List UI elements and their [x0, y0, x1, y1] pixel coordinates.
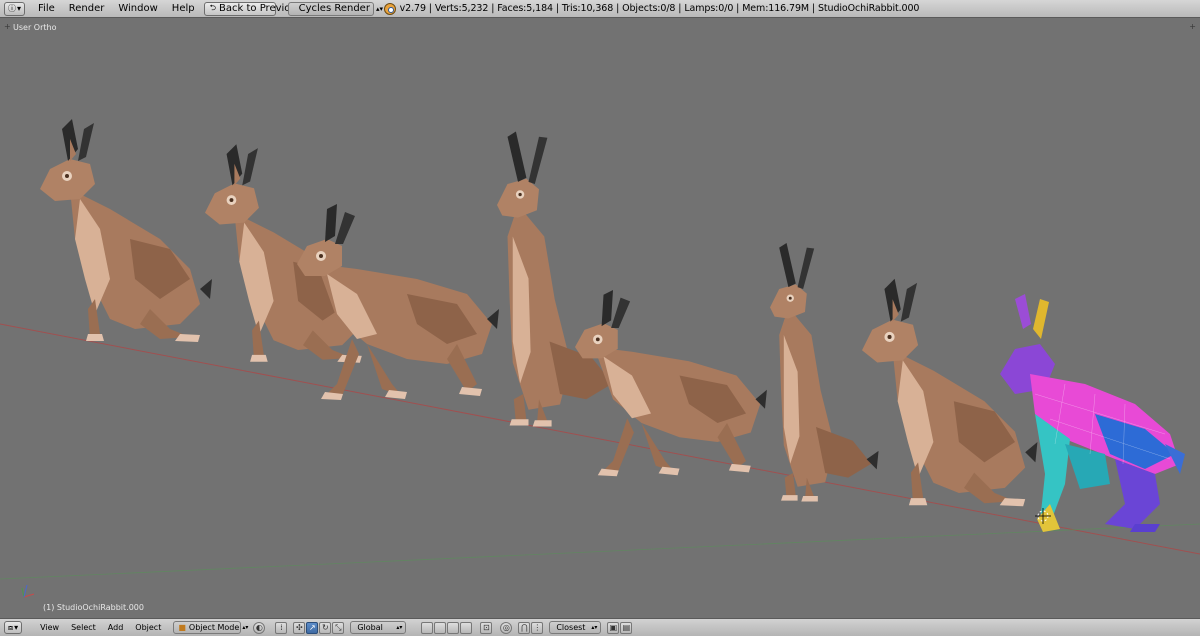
pivot-point-icon[interactable]: ⁞ — [275, 621, 288, 634]
blender-logo-icon — [383, 2, 396, 15]
menu-help[interactable]: Help — [165, 0, 202, 18]
manipulator-toggle-icon[interactable]: ✣ — [293, 621, 306, 634]
scene-stats: v2.79 | Verts:5,232 | Faces:5,184 | Tris… — [399, 3, 920, 14]
interaction-mode-dropdown[interactable]: ■ Object Mode ▴▾ — [173, 621, 248, 634]
back-arrow-icon: ⮌ — [209, 2, 217, 12]
editor-type-selector-3d[interactable]: ⧈ ▾ — [4, 621, 23, 634]
axis-gizmo-icon — [21, 584, 35, 598]
viewport-shading-icon[interactable]: ◐ — [253, 621, 266, 634]
chevron-down-icon: ▾ — [17, 4, 22, 13]
snap-magnet-icon[interactable]: ⋂ — [518, 621, 531, 634]
tool-shelf-toggle-icon[interactable]: + — [4, 22, 11, 31]
chevron-down-icon: ▾ — [14, 623, 19, 632]
rabbit-model-4[interactable] — [497, 131, 621, 427]
back-to-previous-button[interactable]: ⮌ Back to Previous — [203, 1, 302, 16]
properties-toggle-icon[interactable]: + — [1189, 22, 1196, 31]
menu-render[interactable]: Render — [62, 0, 112, 18]
menu-object[interactable]: Object — [129, 623, 167, 632]
3d-viewport[interactable]: User Ortho (1) StudioOchiRabbit.000 + + — [0, 19, 1200, 617]
cube-view-icon: ⧈ — [8, 622, 14, 632]
layer-toggle-icon[interactable] — [460, 621, 473, 634]
y-axis-line — [0, 523, 1200, 580]
rabbit-model-selected-uv[interactable] — [1000, 294, 1185, 532]
scale-manipulator-icon[interactable]: ⤡ — [332, 621, 345, 634]
active-object-label: (1) StudioOchiRabbit.000 — [43, 603, 144, 612]
chevron-updown-icon: ▴▾ — [591, 624, 598, 631]
layer-buttons — [420, 621, 473, 634]
opengl-render-icon[interactable]: ▣ — [607, 621, 620, 634]
layer-toggle-icon[interactable] — [421, 621, 434, 634]
interaction-mode-label: Object Mode — [188, 623, 240, 632]
3d-view-header: ⧈ ▾ View Select Add Object ■ Object Mode… — [0, 618, 1200, 636]
chevron-updown-icon: ▴▾ — [242, 624, 249, 631]
rotate-manipulator-icon[interactable]: ↻ — [319, 621, 332, 634]
layer-toggle-icon[interactable] — [447, 621, 460, 634]
view-name-label: User Ortho — [13, 23, 57, 32]
viewport-scene — [0, 119, 1200, 598]
rabbit-model-6[interactable] — [770, 243, 879, 502]
layer-toggle-icon[interactable] — [434, 621, 447, 634]
transform-orientation-label: Global — [357, 623, 383, 632]
render-engine-label: Cycles Render — [298, 3, 370, 14]
rabbit-model-2[interactable] — [205, 144, 374, 363]
proportional-edit-icon[interactable]: ◎ — [500, 621, 513, 634]
chevron-updown-icon: ▴▾ — [396, 624, 403, 631]
rabbit-model-7[interactable] — [862, 278, 1038, 507]
transform-orientation-dropdown[interactable]: Global ▴▾ — [350, 621, 407, 634]
info-icon: ⓘ — [8, 4, 16, 13]
menu-select[interactable]: Select — [65, 623, 102, 632]
chevron-updown-icon: ▴▾ — [375, 4, 383, 13]
render-engine-dropdown[interactable]: Cycles Render ▴▾ — [287, 1, 383, 16]
snap-target-label: Closest — [556, 623, 586, 632]
snap-element-icon[interactable]: ⋮ — [531, 621, 544, 634]
menu-view[interactable]: View — [34, 623, 65, 632]
translate-manipulator-icon[interactable]: ↗ — [306, 621, 319, 634]
opengl-render-animation-icon[interactable]: ▤ — [620, 621, 633, 634]
rabbit-model-1[interactable] — [40, 119, 212, 342]
menu-file[interactable]: File — [31, 0, 62, 18]
main-menu: File Render Window Help — [31, 0, 202, 18]
editor-type-selector[interactable]: ⓘ ▾ — [4, 1, 26, 16]
menu-add[interactable]: Add — [102, 623, 130, 632]
object-mode-icon: ■ — [178, 623, 186, 632]
menu-window[interactable]: Window — [111, 0, 164, 18]
snap-target-dropdown[interactable]: Closest ▴▾ — [549, 621, 602, 634]
info-header: ⓘ ▾ File Render Window Help ⮌ Back to Pr… — [0, 0, 1200, 18]
lock-layers-icon[interactable]: ⊡ — [480, 621, 493, 634]
